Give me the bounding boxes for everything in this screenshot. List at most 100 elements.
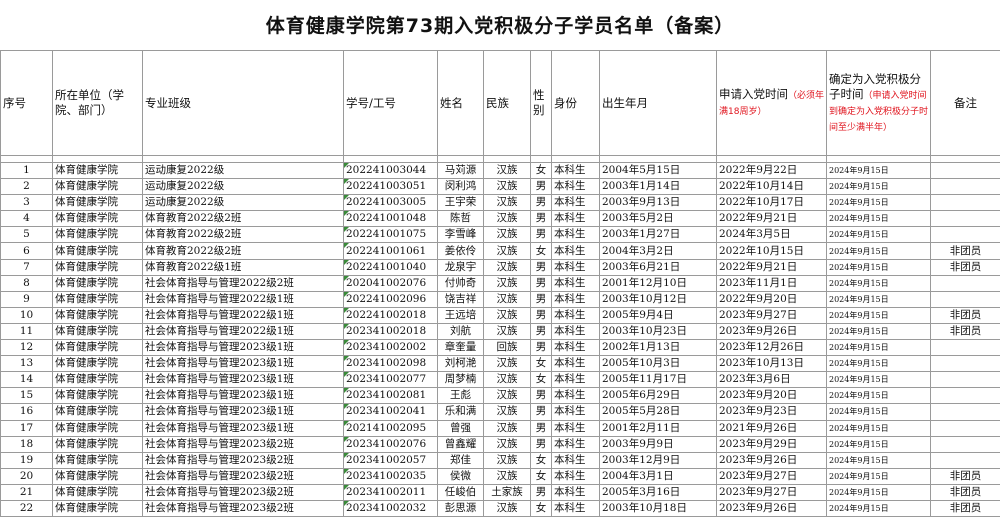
cell-unit[interactable]: 体育健康学院 — [52, 499, 143, 518]
cell-id[interactable]: 202341002035 — [343, 467, 438, 485]
cell-apply[interactable]: 2022年9月21日 — [716, 258, 827, 276]
cell-gender[interactable]: 男 — [530, 226, 552, 244]
cell-confirm[interactable]: 2024年9月15日 — [826, 226, 931, 244]
cell-class[interactable]: 运动康复2022级 — [142, 194, 344, 212]
cell-identity[interactable]: 本科生 — [551, 161, 600, 180]
cell-birth[interactable]: 2003年10月23日 — [599, 322, 717, 341]
cell-confirm[interactable]: 2024年9月15日 — [826, 371, 931, 389]
cell-unit[interactable]: 体育健康学院 — [52, 210, 143, 228]
cell-birth[interactable]: 2005年5月28日 — [599, 403, 717, 421]
cell-class[interactable]: 社会体育指导与管理2023级1班 — [142, 339, 344, 357]
cell-identity[interactable]: 本科生 — [551, 355, 600, 373]
cell-identity[interactable]: 本科生 — [551, 387, 600, 405]
cell-identity[interactable]: 本科生 — [551, 451, 600, 469]
cell-identity[interactable]: 本科生 — [551, 226, 600, 244]
header-id[interactable]: 学号/工号 — [343, 50, 438, 156]
cell-confirm[interactable]: 2024年9月15日 — [826, 178, 931, 196]
cell-gender[interactable]: 男 — [530, 322, 552, 341]
cell-apply[interactable]: 2023年9月27日 — [716, 306, 827, 324]
cell-name[interactable]: 乐和满 — [437, 403, 484, 421]
cell-id[interactable]: 202341002077 — [343, 371, 438, 389]
cell-gender[interactable]: 男 — [530, 194, 552, 212]
cell-unit[interactable]: 体育健康学院 — [52, 161, 143, 180]
cell-id[interactable]: 202241003005 — [343, 194, 438, 212]
cell-apply[interactable]: 2022年9月21日 — [716, 210, 827, 228]
cell-apply[interactable]: 2023年9月26日 — [716, 451, 827, 469]
cell-id[interactable]: 202341002041 — [343, 403, 438, 421]
cell-birth[interactable]: 2003年1月27日 — [599, 226, 717, 244]
cell-unit[interactable]: 体育健康学院 — [52, 387, 143, 405]
cell-identity[interactable]: 本科生 — [551, 435, 600, 453]
cell-confirm[interactable]: 2024年9月15日 — [826, 290, 931, 308]
header-class[interactable]: 专业班级 — [142, 50, 344, 156]
cell-seq[interactable]: 17 — [0, 419, 53, 437]
cell-remark[interactable] — [930, 387, 1000, 405]
cell-apply[interactable]: 2022年10月14日 — [716, 178, 827, 196]
cell-seq[interactable]: 10 — [0, 306, 53, 324]
cell-class[interactable]: 社会体育指导与管理2023级2班 — [142, 483, 344, 501]
cell-class[interactable]: 社会体育指导与管理2023级2班 — [142, 451, 344, 469]
cell-remark[interactable]: 非团员 — [930, 322, 1000, 341]
cell-remark[interactable] — [930, 403, 1000, 421]
cell-gender[interactable]: 男 — [530, 419, 552, 437]
cell-id[interactable]: 202341002076 — [343, 435, 438, 453]
cell-unit[interactable]: 体育健康学院 — [52, 290, 143, 308]
cell-confirm[interactable]: 2024年9月15日 — [826, 306, 931, 324]
header-name[interactable]: 姓名 — [437, 50, 484, 156]
header-seq[interactable]: 序号 — [0, 50, 53, 156]
cell-confirm[interactable]: 2024年9月15日 — [826, 467, 931, 485]
cell-unit[interactable]: 体育健康学院 — [52, 242, 143, 260]
cell-apply[interactable]: 2022年10月15日 — [716, 242, 827, 260]
cell-apply[interactable]: 2023年9月26日 — [716, 499, 827, 518]
cell-confirm[interactable]: 2024年9月15日 — [826, 387, 931, 405]
cell-apply[interactable]: 2024年3月5日 — [716, 226, 827, 244]
header-birth[interactable]: 出生年月 — [599, 50, 717, 156]
cell-id[interactable]: 202341002032 — [343, 499, 438, 518]
cell-name[interactable]: 龙泉宇 — [437, 258, 484, 276]
cell-gender[interactable]: 女 — [530, 161, 552, 180]
header-remark[interactable]: 备注 — [930, 50, 1000, 156]
cell-name[interactable]: 饶吉祥 — [437, 290, 484, 308]
cell-id[interactable]: 202341002002 — [343, 339, 438, 357]
cell-name[interactable]: 曾鑫耀 — [437, 435, 484, 453]
header-apply[interactable]: 申请入党时间（必须年满18周岁） — [716, 50, 827, 156]
cell-apply[interactable]: 2023年11月1日 — [716, 274, 827, 292]
cell-birth[interactable]: 2001年12月10日 — [599, 274, 717, 292]
cell-birth[interactable]: 2003年12月9日 — [599, 451, 717, 469]
cell-apply[interactable]: 2023年9月26日 — [716, 322, 827, 341]
cell-confirm[interactable]: 2024年9月15日 — [826, 483, 931, 501]
cell-gender[interactable]: 男 — [530, 306, 552, 324]
cell-seq[interactable]: 5 — [0, 226, 53, 244]
cell-ethnicity[interactable]: 汉族 — [483, 371, 531, 389]
cell-identity[interactable]: 本科生 — [551, 371, 600, 389]
cell-class[interactable]: 社会体育指导与管理2023级1班 — [142, 355, 344, 373]
cell-unit[interactable]: 体育健康学院 — [52, 483, 143, 501]
cell-ethnicity[interactable]: 汉族 — [483, 242, 531, 260]
cell-identity[interactable]: 本科生 — [551, 339, 600, 357]
cell-unit[interactable]: 体育健康学院 — [52, 355, 143, 373]
cell-class[interactable]: 体育教育2022级1班 — [142, 258, 344, 276]
cell-remark[interactable] — [930, 274, 1000, 292]
cell-identity[interactable]: 本科生 — [551, 194, 600, 212]
cell-seq[interactable]: 20 — [0, 467, 53, 485]
cell-unit[interactable]: 体育健康学院 — [52, 339, 143, 357]
cell-confirm[interactable]: 2024年9月15日 — [826, 194, 931, 212]
cell-identity[interactable]: 本科生 — [551, 178, 600, 196]
cell-id[interactable]: 202241001040 — [343, 258, 438, 276]
cell-gender[interactable]: 女 — [530, 499, 552, 518]
cell-name[interactable]: 刘航 — [437, 322, 484, 341]
header-confirm[interactable]: 确定为入党积极分子时间（申请入党时间到确定为入党积极分子时间至少满半年） — [826, 50, 931, 156]
cell-birth[interactable]: 2002年1月13日 — [599, 339, 717, 357]
cell-birth[interactable]: 2003年5月2日 — [599, 210, 717, 228]
cell-confirm[interactable]: 2024年9月15日 — [826, 210, 931, 228]
cell-identity[interactable]: 本科生 — [551, 322, 600, 341]
cell-name[interactable]: 周梦楠 — [437, 371, 484, 389]
cell-id[interactable]: 202341002098 — [343, 355, 438, 373]
cell-id[interactable]: 202341002081 — [343, 387, 438, 405]
cell-seq[interactable]: 16 — [0, 403, 53, 421]
cell-id[interactable]: 202141002095 — [343, 419, 438, 437]
cell-seq[interactable]: 18 — [0, 435, 53, 453]
cell-gender[interactable]: 男 — [530, 274, 552, 292]
cell-ethnicity[interactable]: 汉族 — [483, 210, 531, 228]
cell-name[interactable]: 章奎量 — [437, 339, 484, 357]
